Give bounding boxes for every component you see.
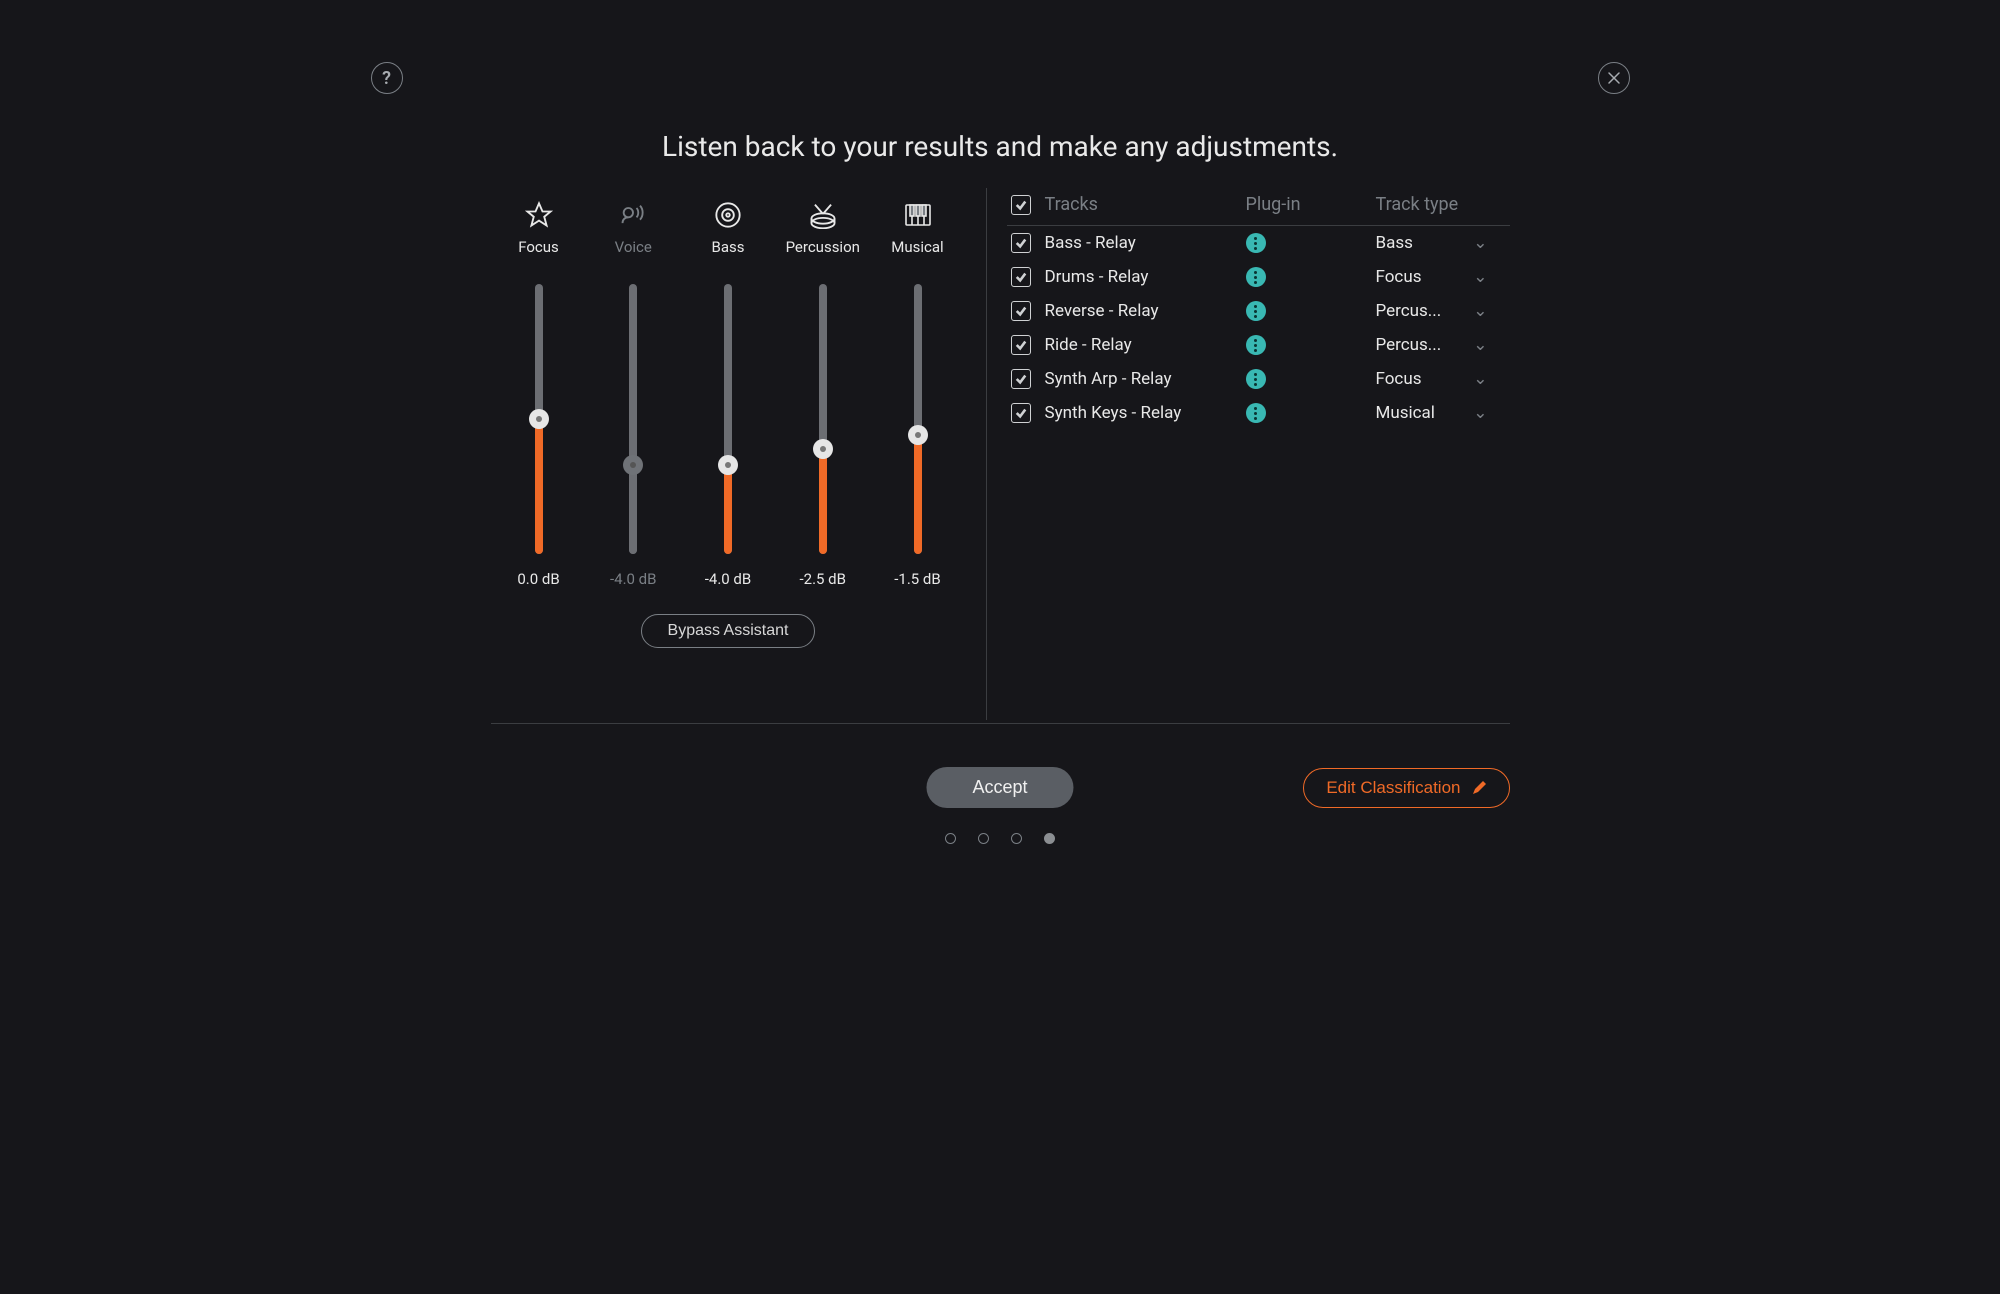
chevron-down-icon: ⌄ — [1473, 403, 1487, 423]
track-type-value: Focus — [1376, 369, 1422, 389]
close-button[interactable] — [1598, 62, 1630, 94]
track-name: Ride - Relay — [1045, 335, 1246, 355]
track-type-select[interactable]: Focus ⌄ — [1376, 267, 1488, 287]
close-icon — [1607, 71, 1621, 85]
speaker-icon — [714, 198, 742, 232]
bass-db-value: -4.0 dB — [705, 570, 752, 588]
track-row: Synth Arp - Relay Focus ⌄ — [1007, 362, 1510, 396]
track-type-select[interactable]: Percus... ⌄ — [1376, 335, 1488, 355]
track-checkbox[interactable] — [1011, 335, 1031, 355]
track-checkbox[interactable] — [1011, 233, 1031, 253]
plugin-indicator-icon[interactable] — [1246, 301, 1266, 321]
plugin-indicator-icon[interactable] — [1246, 403, 1266, 423]
piano-icon — [904, 198, 932, 232]
help-button[interactable]: ? — [371, 62, 403, 94]
column-type-label: Track type — [1376, 194, 1506, 215]
edit-classification-button[interactable]: Edit Classification — [1303, 768, 1509, 808]
category-label: Musical — [891, 238, 943, 256]
pager-dot[interactable] — [978, 833, 989, 844]
track-type-value: Bass — [1376, 233, 1413, 253]
track-type-select[interactable]: Musical ⌄ — [1376, 403, 1488, 423]
track-row: Reverse - Relay Percus... ⌄ — [1007, 294, 1510, 328]
category-label: Voice — [615, 238, 652, 256]
track-name: Synth Keys - Relay — [1045, 403, 1246, 423]
star-icon — [525, 198, 553, 232]
voice-slider[interactable] — [628, 284, 638, 554]
track-checkbox[interactable] — [1011, 403, 1031, 423]
column-tracks-label: Tracks — [1045, 194, 1246, 215]
track-name: Bass - Relay — [1045, 233, 1246, 253]
sliders-panel: Focus 0.0 dB Voice -4.0 dB Bass -4.0 dB Percus… — [491, 188, 966, 720]
track-row: Bass - Relay Bass ⌄ — [1007, 226, 1510, 260]
focus-slider[interactable] — [534, 284, 544, 554]
musical-slider[interactable] — [913, 284, 923, 554]
track-type-value: Focus — [1376, 267, 1422, 287]
pager-dot[interactable] — [1011, 833, 1022, 844]
edit-classification-label: Edit Classification — [1326, 778, 1460, 798]
bass-slider[interactable] — [723, 284, 733, 554]
pager-dot[interactable] — [1044, 833, 1055, 844]
percussion-db-value: -2.5 dB — [800, 570, 847, 588]
content-area: Focus 0.0 dB Voice -4.0 dB Bass -4.0 dB Percus… — [491, 188, 1510, 720]
chevron-down-icon: ⌄ — [1473, 335, 1487, 355]
footer-divider — [491, 723, 1510, 724]
help-icon: ? — [382, 68, 391, 89]
track-name: Synth Arp - Relay — [1045, 369, 1246, 389]
select-all-checkbox[interactable] — [1011, 195, 1031, 215]
track-row: Ride - Relay Percus... ⌄ — [1007, 328, 1510, 362]
track-checkbox[interactable] — [1011, 267, 1031, 287]
pencil-icon — [1471, 780, 1487, 796]
tracks-panel: Tracks Plug-in Track type Bass - RelayBa… — [1007, 188, 1510, 720]
drum-icon — [808, 198, 838, 232]
category-label: Percussion — [786, 238, 860, 256]
track-name: Reverse - Relay — [1045, 301, 1246, 321]
pager-dot[interactable] — [945, 833, 956, 844]
track-type-value: Musical — [1376, 403, 1435, 423]
track-type-select[interactable]: Percus... ⌄ — [1376, 301, 1488, 321]
column-plugin-label: Plug-in — [1246, 194, 1376, 215]
chevron-down-icon: ⌄ — [1473, 369, 1487, 389]
track-row: Drums - Relay Focus ⌄ — [1007, 260, 1510, 294]
track-type-select[interactable]: Bass ⌄ — [1376, 233, 1488, 253]
track-name: Drums - Relay — [1045, 267, 1246, 287]
track-type-value: Percus... — [1376, 335, 1442, 355]
track-row: Synth Keys - Relay Musical ⌄ — [1007, 396, 1510, 430]
plugin-indicator-icon[interactable] — [1246, 335, 1266, 355]
track-type-value: Percus... — [1376, 301, 1442, 321]
percussion-slider[interactable] — [818, 284, 828, 554]
track-checkbox[interactable] — [1011, 369, 1031, 389]
accept-button[interactable]: Accept — [926, 767, 1073, 808]
tracks-table-header: Tracks Plug-in Track type — [1007, 194, 1510, 226]
chevron-down-icon: ⌄ — [1473, 301, 1487, 321]
assistant-window: ? Listen back to your results and make a… — [313, 0, 1688, 890]
chevron-down-icon: ⌄ — [1473, 267, 1487, 287]
vertical-divider — [986, 188, 987, 720]
category-bass: Bass -4.0 dB — [686, 198, 770, 588]
focus-db-value: 0.0 dB — [517, 570, 559, 588]
plugin-indicator-icon[interactable] — [1246, 233, 1266, 253]
category-label: Focus — [518, 238, 559, 256]
category-focus: Focus 0.0 dB — [497, 198, 581, 588]
page-title: Listen back to your results and make any… — [313, 130, 1688, 163]
musical-db-value: -1.5 dB — [894, 570, 941, 588]
category-voice: Voice -4.0 dB — [591, 198, 675, 588]
category-musical: Musical -1.5 dB — [876, 198, 960, 588]
track-type-select[interactable]: Focus ⌄ — [1376, 369, 1488, 389]
bypass-assistant-button[interactable]: Bypass Assistant — [641, 614, 816, 648]
voice-db-value: -4.0 dB — [610, 570, 657, 588]
category-percussion: Percussion -2.5 dB — [781, 198, 865, 588]
category-label: Bass — [712, 238, 745, 256]
voice-icon — [619, 198, 647, 232]
step-pager — [945, 833, 1055, 844]
plugin-indicator-icon[interactable] — [1246, 267, 1266, 287]
plugin-indicator-icon[interactable] — [1246, 369, 1266, 389]
chevron-down-icon: ⌄ — [1473, 233, 1487, 253]
track-checkbox[interactable] — [1011, 301, 1031, 321]
